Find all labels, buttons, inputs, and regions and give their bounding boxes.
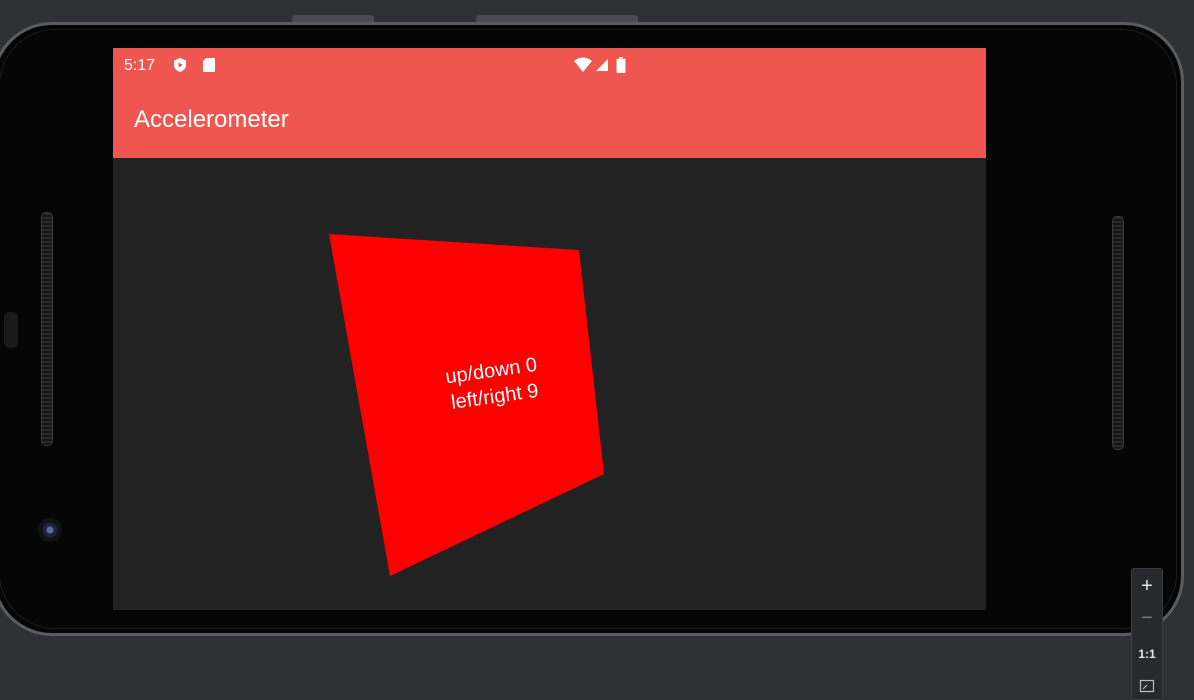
app-bar: Accelerometer (113, 84, 986, 158)
accelerometer-view[interactable]: up/down 0 left/right 9 (113, 158, 986, 610)
sd-card-icon (203, 58, 215, 72)
side-notch (4, 312, 18, 348)
actual-size-button[interactable]: 1:1 (1132, 639, 1162, 669)
fit-screen-icon (1139, 679, 1155, 693)
app-title: Accelerometer (134, 106, 289, 133)
status-time: 5:17 (124, 57, 156, 74)
fit-screen-button[interactable] (1132, 671, 1162, 700)
speaker-grille-right (1112, 216, 1124, 450)
cell-signal-icon (596, 59, 608, 71)
speaker-grille-left (41, 212, 53, 446)
wifi-icon (574, 57, 592, 72)
battery-icon (616, 57, 626, 73)
zoom-toolbar: + − 1:1 (1131, 568, 1163, 700)
device-screen[interactable]: 5:17 Accelerometer up/down 0 left/right … (113, 48, 986, 610)
zoom-in-button[interactable]: + (1132, 571, 1162, 601)
status-bar[interactable]: 5:17 (113, 48, 986, 84)
emulator-stage: 5:17 Accelerometer up/down 0 left/right … (0, 0, 1194, 700)
tilted-square-canvas (329, 234, 604, 576)
play-protect-icon (174, 58, 186, 72)
front-camera (38, 518, 62, 542)
zoom-out-button[interactable]: − (1132, 603, 1162, 633)
